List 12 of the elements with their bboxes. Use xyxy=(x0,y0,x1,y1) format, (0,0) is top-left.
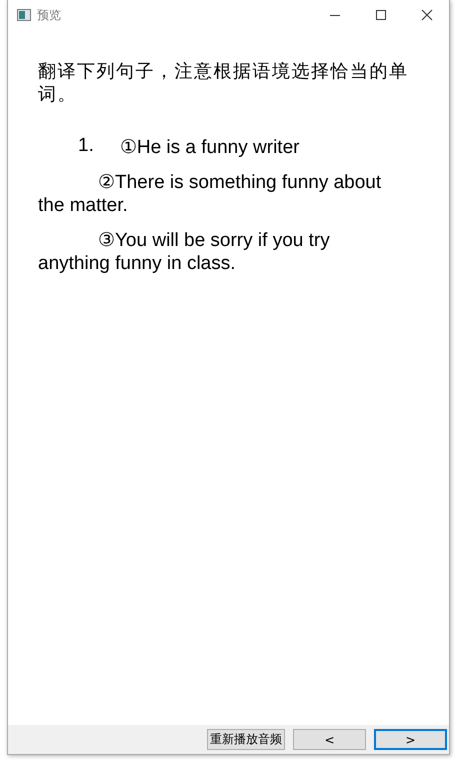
close-icon[interactable] xyxy=(421,9,433,21)
sentence-text: ③You will be sorry if you try anything funny in class. xyxy=(38,229,331,275)
item-number: 1. xyxy=(78,135,94,158)
replay-audio-button[interactable]: 重新播放音频 xyxy=(207,729,285,750)
window-icon xyxy=(17,9,31,21)
next-button[interactable]: > xyxy=(374,729,447,750)
window-title: 预览 xyxy=(37,6,61,24)
sentence-text: ①He is a funny writer xyxy=(120,136,300,159)
previous-button[interactable]: < xyxy=(293,729,366,750)
sentence-text: ②There is something funny about the matter. xyxy=(38,171,382,217)
question-text: 翻译下列句子，注意根据语境选择恰当的单词。 xyxy=(38,60,410,106)
maximize-icon[interactable] xyxy=(375,9,387,21)
